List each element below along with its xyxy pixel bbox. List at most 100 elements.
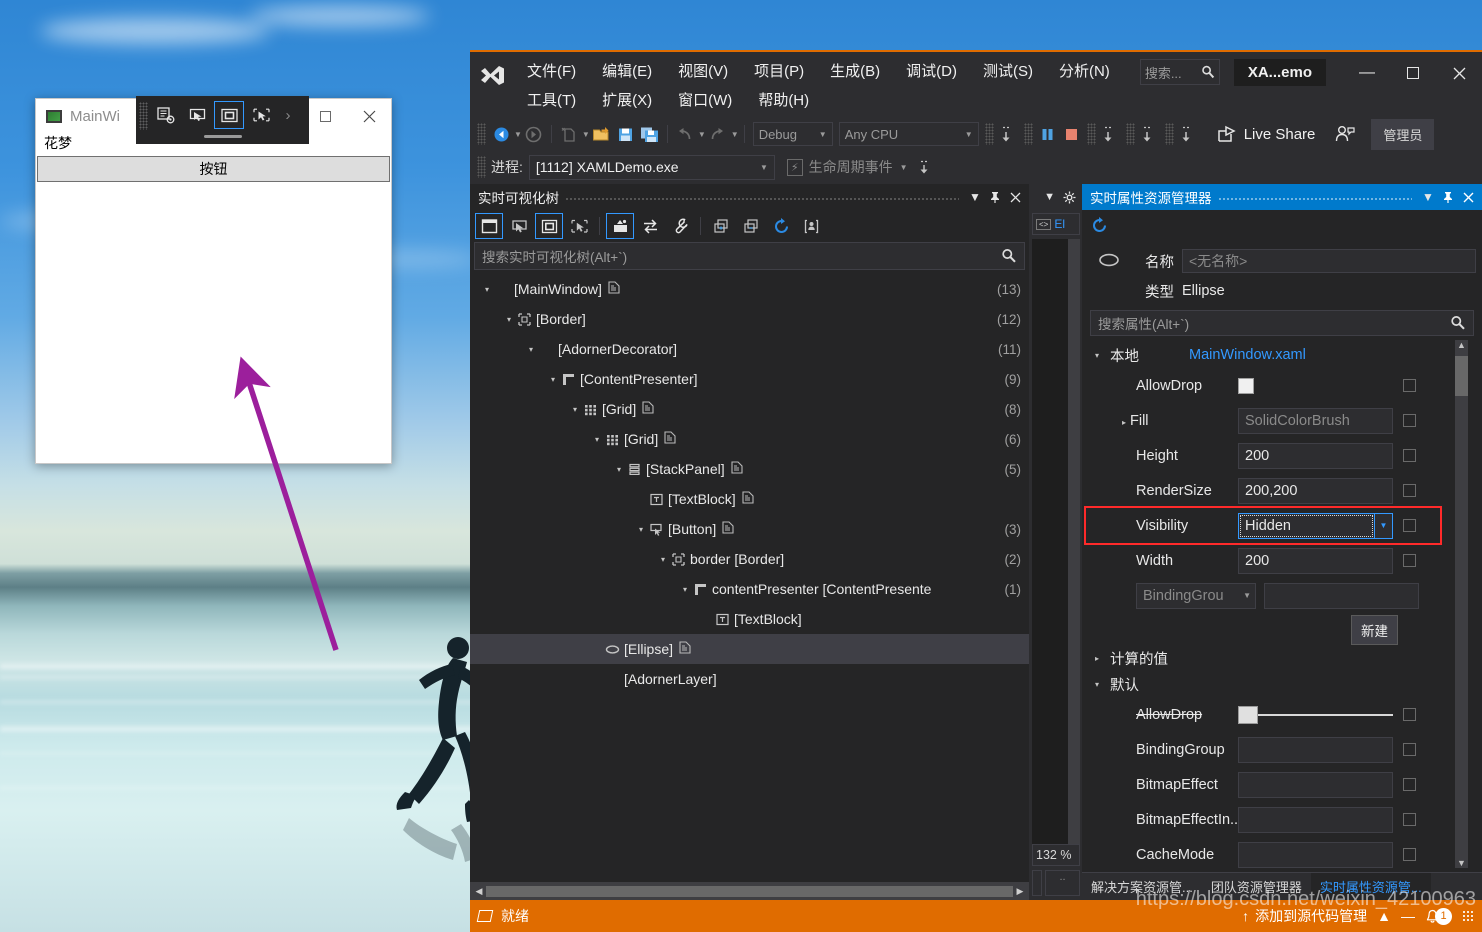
vs-menu-bar[interactable]: 文件(F) 编辑(E) 视图(V) 项目(P) 生成(B) 调试(D) 测试(S… <box>514 52 1140 118</box>
vs-minimize-button[interactable]: — <box>1344 59 1390 87</box>
select-element-button[interactable] <box>182 101 212 129</box>
new-item-caret[interactable]: ▼ <box>582 130 590 139</box>
tab-live-property-explorer[interactable]: 实时属性资源管... <box>1310 873 1431 900</box>
scroll-thumb[interactable] <box>1455 356 1468 396</box>
tree-node[interactable]: ▾ [StackPanel] (5) <box>470 454 1029 484</box>
menu-build[interactable]: 生成(B) <box>817 56 893 85</box>
step-out-button[interactable] <box>1138 122 1162 146</box>
step-into-button[interactable] <box>1099 122 1123 146</box>
toolbar-grip[interactable] <box>1023 123 1033 145</box>
property-group-local[interactable]: ▾ 本地 MainWindow.xaml <box>1082 342 1482 368</box>
open-file-button[interactable] <box>590 122 614 146</box>
property-override-checkbox[interactable] <box>1403 379 1416 392</box>
refresh-icon[interactable] <box>1090 216 1109 235</box>
gear-icon[interactable] <box>1063 191 1076 204</box>
vs-close-button[interactable] <box>1436 59 1482 87</box>
process-dropdown[interactable]: [1112] XAMLDemo.exe ▼ <box>528 154 775 180</box>
show-in-tree-button[interactable] <box>606 213 634 239</box>
visibility-combo-input[interactable]: Hidden <box>1238 512 1375 539</box>
bottom-tool-tabs[interactable]: 解决方案资源管... 团队资源管理器 实时属性资源管... <box>1082 872 1482 900</box>
expand-status-icon[interactable]: ▲ <box>1377 908 1391 924</box>
tree-twisty[interactable]: ▾ <box>590 435 604 444</box>
panel-drag-dots[interactable] <box>1217 184 1412 210</box>
wpf-sample-window[interactable]: MainWi › 花梦 按钮 <box>35 96 392 464</box>
show-properties-button[interactable] <box>797 213 825 239</box>
tab-solution-explorer[interactable]: 解决方案资源管... <box>1082 873 1202 900</box>
property-value-input[interactable]: 200,200 <box>1238 477 1393 504</box>
new-property-button[interactable]: 新建 <box>1351 615 1398 645</box>
property-override-checkbox[interactable] <box>1403 708 1416 721</box>
live-visual-tree-toolbar[interactable] <box>470 210 1029 242</box>
panel-close-button[interactable] <box>1005 186 1025 208</box>
menu-tools[interactable]: 工具(T) <box>514 85 589 114</box>
allowdrop-checkbox[interactable] <box>1238 377 1254 394</box>
menu-debug[interactable]: 调试(D) <box>893 56 970 85</box>
property-value-input[interactable] <box>1238 841 1393 868</box>
app-close-button[interactable] <box>347 99 391 133</box>
scroll-up-arrow[interactable]: ▲ <box>1455 340 1468 350</box>
display-layout-adorner-button[interactable] <box>214 101 244 129</box>
save-button[interactable] <box>614 122 638 146</box>
chevron-right-icon[interactable]: ▸ <box>1118 418 1130 427</box>
redo-button[interactable] <box>706 122 730 146</box>
live-visual-tree-search-input[interactable]: 搜索实时可视化树(Alt+`) <box>474 242 1025 270</box>
tree-node[interactable]: ▾ [Grid] (8) <box>470 394 1029 424</box>
tree-node[interactable]: [Ellipse] <box>470 634 1029 664</box>
source-doc-icon[interactable] <box>722 521 734 537</box>
settings-button[interactable] <box>666 213 694 239</box>
tree-node[interactable]: ▾ [AdornerDecorator] (11) <box>470 334 1029 364</box>
platform-dropdown[interactable]: Any CPU ▼ <box>838 122 979 146</box>
tree-twisty[interactable]: ▾ <box>678 585 692 594</box>
refresh-button[interactable] <box>767 213 795 239</box>
source-doc-icon[interactable] <box>742 491 754 507</box>
collapse-icon[interactable]: ▼ <box>1044 191 1055 203</box>
property-override-checkbox[interactable] <box>1403 519 1416 532</box>
property-override-checkbox[interactable] <box>1403 848 1416 861</box>
back-dropdown-caret[interactable]: ▼ <box>514 130 522 139</box>
menu-window[interactable]: 窗口(W) <box>665 85 745 114</box>
new-item-button[interactable] <box>557 122 581 146</box>
threads-button[interactable] <box>914 155 938 179</box>
panel-pin-button[interactable] <box>1438 186 1458 208</box>
property-override-checkbox[interactable] <box>1403 743 1416 756</box>
toolbar-drag-handle[interactable] <box>203 135 242 138</box>
add-to-source-control-button[interactable]: ↑ 添加到源代码管理 <box>1242 906 1367 926</box>
tree-node[interactable]: [AdornerLayer] <box>470 664 1029 694</box>
app-title-bar[interactable]: MainWi › <box>36 96 391 144</box>
tree-node[interactable]: ▾ [Border] (12) <box>470 304 1029 334</box>
vs-standard-toolbar[interactable]: ▼ ▼ ▼ ▼ Debug ▼ Any CPU ▼ Live Share 管理员 <box>470 118 1482 150</box>
source-doc-icon[interactable] <box>731 461 743 477</box>
track-focus-button[interactable] <box>246 101 276 129</box>
collapse-all-button[interactable] <box>737 213 765 239</box>
menu-extensions[interactable]: 扩展(X) <box>589 85 665 114</box>
live-visual-tree-list[interactable]: ▾ [MainWindow] (13) ▾ [Border] (12) ▾ [AdornerD… <box>470 270 1029 882</box>
go-to-live-visual-tree-button[interactable] <box>150 101 180 129</box>
property-group-default[interactable]: ▾ 默认 <box>1082 671 1482 697</box>
expand-all-button[interactable] <box>707 213 735 239</box>
pause-button[interactable] <box>1036 122 1060 146</box>
property-override-checkbox[interactable] <box>1403 778 1416 791</box>
resize-grip-icon[interactable] <box>1462 910 1474 922</box>
tree-twisty[interactable]: ▾ <box>502 315 516 324</box>
app-button[interactable]: 按钮 <box>37 156 390 182</box>
source-doc-icon[interactable] <box>664 431 676 447</box>
menu-help[interactable]: 帮助(H) <box>745 85 822 114</box>
editor-document-area[interactable] <box>1032 239 1080 844</box>
notifications-button[interactable]: 1 <box>1425 907 1452 925</box>
property-list[interactable]: ▾ 本地 MainWindow.xaml AllowDrop ▸ Fill Solid… <box>1082 336 1482 872</box>
tree-node[interactable]: ▾ border [Border] (2) <box>470 544 1029 574</box>
property-group-computed[interactable]: ▸ 计算的值 <box>1082 645 1482 671</box>
property-override-checkbox[interactable] <box>1403 449 1416 462</box>
scroll-left-arrow[interactable]: ◀ <box>472 886 486 897</box>
scroll-down-arrow[interactable]: ▼ <box>1455 858 1468 868</box>
toolbar-grip[interactable] <box>1125 123 1135 145</box>
panel-close-button[interactable] <box>1458 186 1478 208</box>
menu-analyze[interactable]: 分析(N) <box>1046 56 1123 85</box>
menu-project[interactable]: 项目(P) <box>741 56 817 85</box>
menu-test[interactable]: 测试(S) <box>970 56 1046 85</box>
property-value-input[interactable] <box>1238 736 1393 763</box>
tree-twisty[interactable]: ▾ <box>546 375 560 384</box>
property-slider[interactable] <box>1238 702 1393 728</box>
display-layout-adorner-button[interactable] <box>535 213 563 239</box>
scroll-right-arrow[interactable]: ▶ <box>1013 886 1027 897</box>
